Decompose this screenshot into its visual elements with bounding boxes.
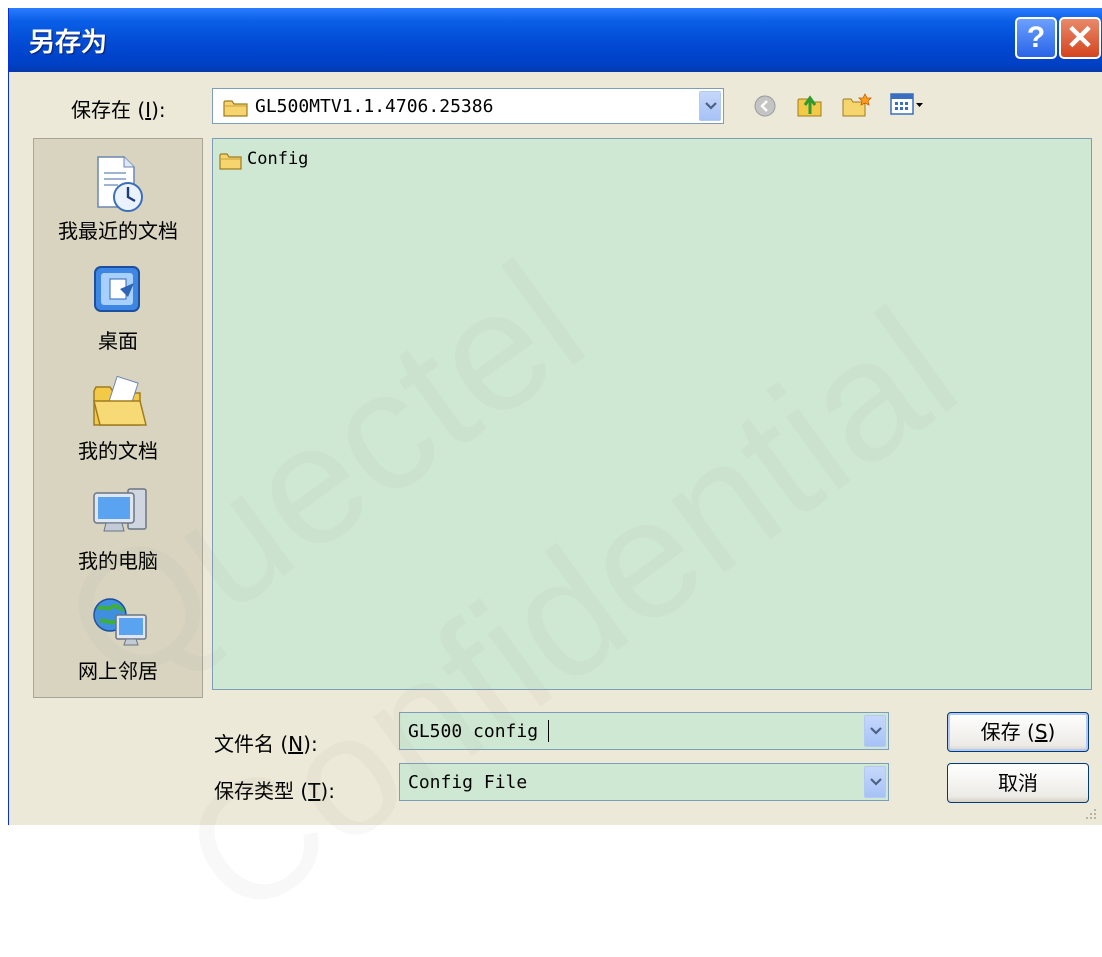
place-my-computer[interactable]: 我的电脑 <box>34 477 204 587</box>
chevron-down-icon <box>705 102 717 110</box>
file-name: Config <box>247 149 309 169</box>
desktop-icon <box>94 266 140 312</box>
recent-documents-icon <box>97 156 143 212</box>
my-computer-icon <box>93 488 147 532</box>
filename-input[interactable]: GL500 config <box>408 721 538 742</box>
help-button[interactable]: ? <box>1015 17 1057 59</box>
resize-grip-icon[interactable] <box>1084 807 1098 821</box>
my-documents-icon <box>93 375 147 426</box>
filename-label: 文件名 (N): <box>214 732 318 756</box>
file-list[interactable]: Config <box>212 138 1092 690</box>
place-label: 网上邻居 <box>78 659 158 683</box>
current-folder-text: GL500MTV1.1.4706.25386 <box>255 96 494 117</box>
place-label: 我最近的文档 <box>58 219 178 243</box>
back-icon[interactable] <box>753 94 777 118</box>
save-in-combobox[interactable]: GL500MTV1.1.4706.25386 <box>212 88 724 124</box>
save-as-dialog: 另存为 ? ✕ 保存在 (I): GL500MTV1.1.4706.25386 <box>8 8 1102 954</box>
filetype-combobox[interactable]: Config File <box>399 763 889 801</box>
places-bar: 我最近的文档 桌面 我的文档 我的电脑 网上邻居 <box>33 138 203 698</box>
chevron-down-icon <box>870 727 882 735</box>
place-label: 我的电脑 <box>78 549 158 573</box>
place-network-places[interactable]: 网上邻居 <box>34 587 204 697</box>
place-label: 我的文档 <box>78 439 158 463</box>
folder-icon <box>223 100 248 117</box>
place-desktop[interactable]: 桌面 <box>34 257 204 367</box>
up-folder-icon[interactable] <box>795 90 825 120</box>
place-my-documents[interactable]: 我的文档 <box>34 367 204 477</box>
new-folder-icon[interactable] <box>841 90 873 120</box>
save-in-label: 保存在 (I): <box>71 98 166 122</box>
filetype-dropdown-arrow[interactable] <box>864 766 886 798</box>
filetype-label: 保存类型 (T): <box>214 779 335 803</box>
filename-combobox[interactable]: GL500 config <box>399 712 889 750</box>
close-button[interactable]: ✕ <box>1059 17 1101 59</box>
chevron-down-icon <box>870 778 882 786</box>
cancel-button[interactable]: 取消 <box>947 763 1089 803</box>
place-recent-documents[interactable]: 我最近的文档 <box>34 147 204 257</box>
folder-icon <box>219 153 242 170</box>
save-button[interactable]: 保存 (S) <box>947 712 1089 752</box>
view-menu-icon[interactable] <box>889 92 925 118</box>
text-cursor <box>548 720 549 742</box>
save-in-dropdown-arrow[interactable] <box>699 91 721 121</box>
title-bar[interactable]: 另存为 ? ✕ <box>9 8 1102 72</box>
dialog-title: 另存为 <box>29 28 108 58</box>
network-places-icon <box>93 598 147 646</box>
place-label: 桌面 <box>98 329 138 353</box>
filename-dropdown-arrow[interactable] <box>864 715 886 747</box>
filetype-value: Config File <box>408 772 528 793</box>
